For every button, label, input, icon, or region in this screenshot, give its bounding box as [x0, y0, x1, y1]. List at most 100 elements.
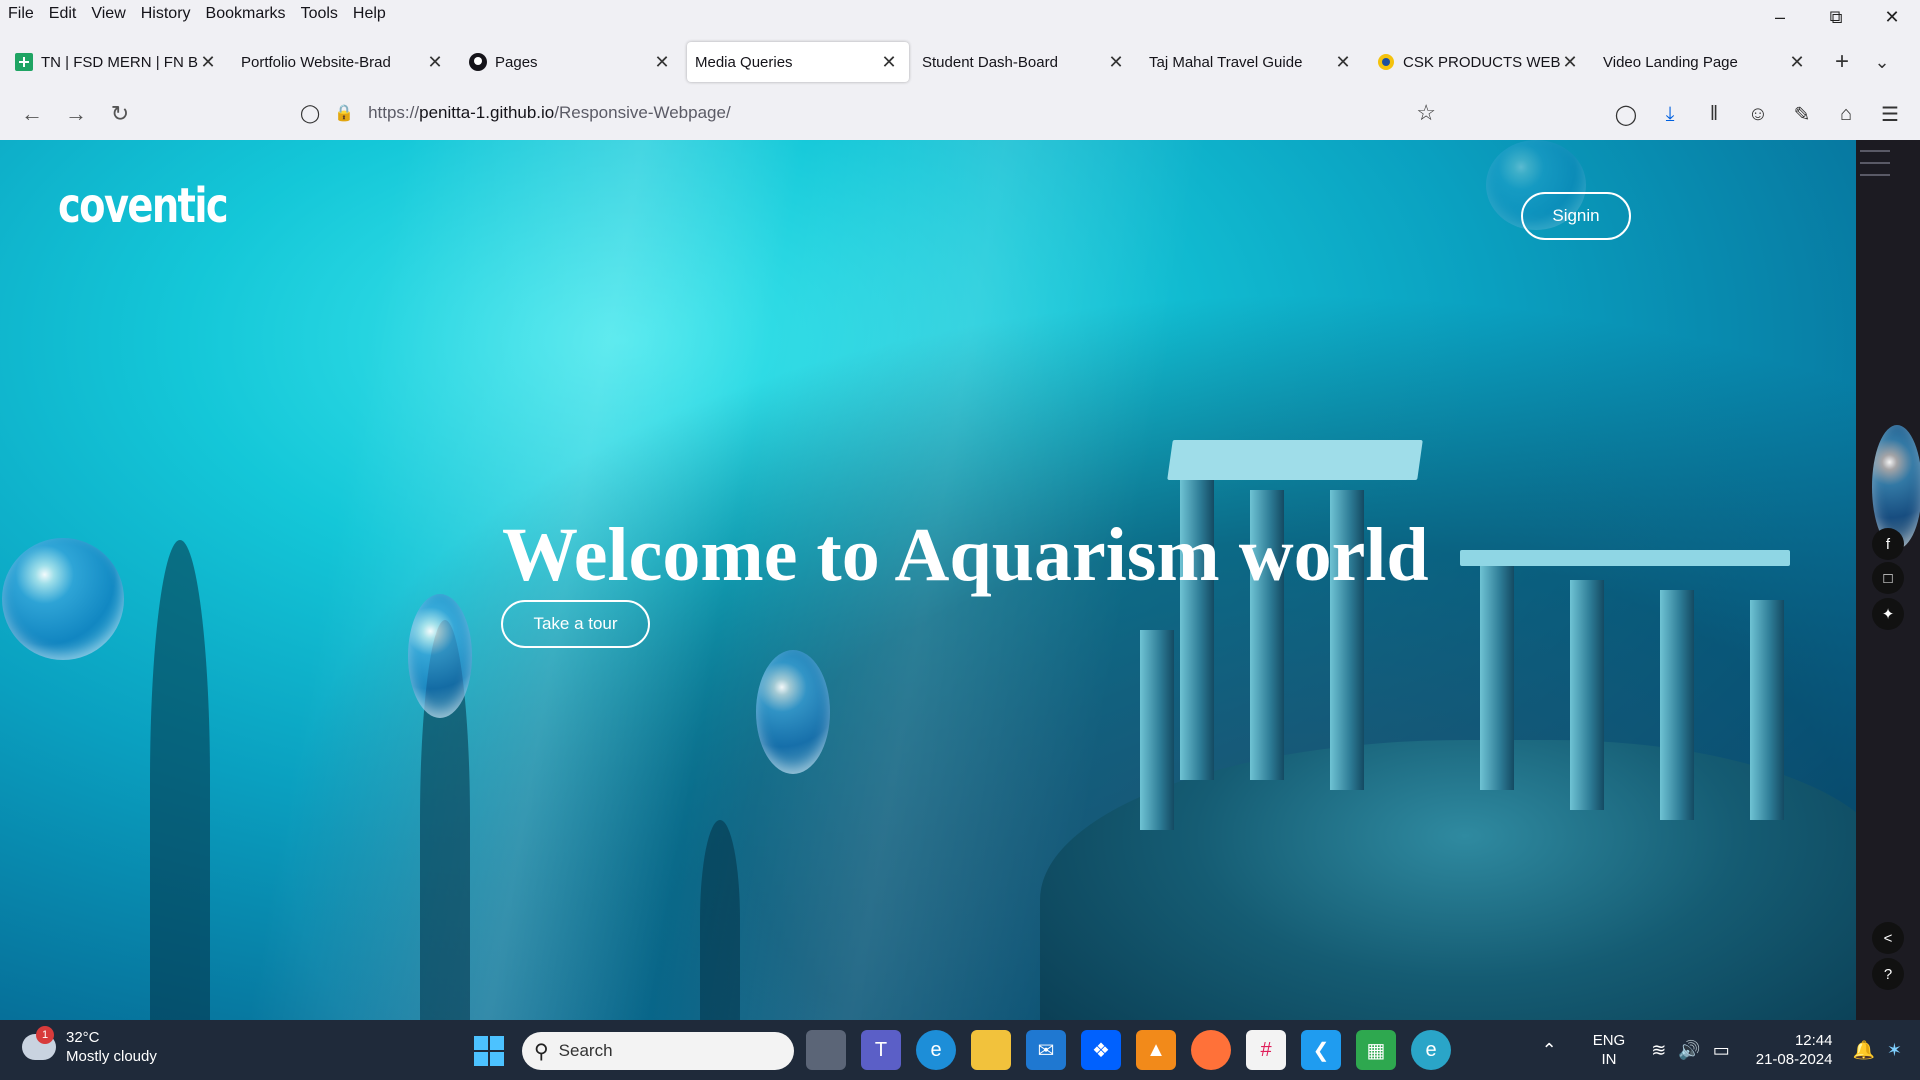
- firefox-icon[interactable]: [1191, 1030, 1231, 1070]
- sidebar-toggle-icon[interactable]: [1860, 140, 1890, 176]
- reload-icon[interactable]: ↻: [100, 94, 140, 134]
- menu-edit[interactable]: Edit: [49, 5, 77, 23]
- bookmark-star-icon[interactable]: ☆: [1416, 100, 1436, 126]
- close-tab-icon[interactable]: ✕: [652, 52, 672, 73]
- back-icon[interactable]: ←: [12, 94, 52, 134]
- bubble: [756, 650, 830, 774]
- url-host: penitta-1.github.io: [419, 103, 555, 122]
- signin-button[interactable]: Signin: [1521, 192, 1631, 240]
- home-icon[interactable]: ⌂: [1824, 94, 1868, 134]
- close-tab-icon[interactable]: ✕: [879, 52, 899, 73]
- pocket-icon[interactable]: ◯: [1604, 94, 1648, 134]
- mail-icon[interactable]: ✉: [1026, 1030, 1066, 1070]
- weather-widget[interactable]: 1 32°C Mostly cloudy: [22, 1026, 157, 1066]
- nav-bar: ← → ↻ ◯ 🔒 https://penitta-1.github.io/Re…: [0, 92, 1920, 136]
- close-tab-icon[interactable]: ✕: [1333, 52, 1353, 73]
- chevron-up-icon[interactable]: ⌃: [1542, 1040, 1557, 1061]
- share-icon[interactable]: <: [1872, 922, 1904, 954]
- taskbar-search[interactable]: ⚲ Search: [522, 1032, 794, 1070]
- close-window-icon[interactable]: ✕: [1864, 0, 1920, 34]
- bubble: [408, 594, 472, 718]
- tab-video-landing[interactable]: Video Landing Page ✕: [1595, 42, 1817, 82]
- menu-view[interactable]: View: [91, 5, 125, 23]
- lock-icon[interactable]: 🔒: [334, 103, 354, 123]
- tab-strip: TN | FSD MERN | FN B1 ✕ Portfolio Websit…: [0, 40, 1920, 84]
- menu-bookmarks[interactable]: Bookmarks: [206, 5, 286, 23]
- downloads-icon[interactable]: ⤓: [1648, 94, 1692, 134]
- tab-media-queries[interactable]: Media Queries ✕: [687, 42, 909, 82]
- tab-portfolio[interactable]: Portfolio Website-Brad ✕: [233, 42, 455, 82]
- slack-icon[interactable]: #: [1246, 1030, 1286, 1070]
- menu-file[interactable]: File: [8, 5, 34, 23]
- windows-start-icon[interactable]: [474, 1036, 504, 1066]
- page-hero: coventic Signin Welcome to Aquarism worl…: [0, 140, 1856, 1020]
- url-path: /Responsive-Webpage/: [554, 103, 731, 122]
- tab-student-dashboard[interactable]: Student Dash-Board ✕: [914, 42, 1136, 82]
- close-tab-icon[interactable]: ✕: [1787, 52, 1807, 73]
- volume-icon[interactable]: 🔊: [1678, 1040, 1700, 1061]
- new-tab-icon[interactable]: +: [1822, 42, 1862, 82]
- battery-icon[interactable]: ▭: [1713, 1040, 1730, 1061]
- close-tab-icon[interactable]: ✕: [1106, 52, 1126, 73]
- help-icon[interactable]: ?: [1872, 958, 1904, 990]
- menu-help[interactable]: Help: [353, 5, 386, 23]
- app-menu-icon[interactable]: ☰: [1868, 94, 1912, 134]
- tab-title: TN | FSD MERN | FN B1: [41, 53, 198, 71]
- sheets-app-icon[interactable]: ▦: [1356, 1030, 1396, 1070]
- taskbar: 1 32°C Mostly cloudy ⚲ Search T e ✉ ❖ ▲ …: [0, 1020, 1920, 1080]
- twitter-icon[interactable]: ✦: [1872, 598, 1904, 630]
- restore-icon[interactable]: ⧉: [1808, 0, 1864, 34]
- menu-tools[interactable]: Tools: [301, 5, 338, 23]
- tab-title: Media Queries: [695, 53, 793, 71]
- tab-title: Portfolio Website-Brad: [241, 53, 391, 71]
- tab-pages[interactable]: Pages ✕: [460, 42, 682, 82]
- temple-lintel: [1460, 550, 1790, 566]
- task-view-icon[interactable]: [806, 1030, 846, 1070]
- lang-code: ENG: [1592, 1032, 1626, 1049]
- tab-csk-products[interactable]: CSK PRODUCTS WEBSI ✕: [1368, 42, 1590, 82]
- vscode-icon[interactable]: ❮: [1301, 1030, 1341, 1070]
- list-tabs-icon[interactable]: ⌄: [1862, 42, 1902, 82]
- wifi-icon[interactable]: ≋: [1651, 1040, 1666, 1061]
- input-language[interactable]: ENG IN: [1593, 1031, 1626, 1069]
- extensions-icon[interactable]: ✎: [1780, 94, 1824, 134]
- file-explorer-icon[interactable]: [971, 1030, 1011, 1070]
- dropbox-icon[interactable]: ❖: [1081, 1030, 1121, 1070]
- facebook-icon[interactable]: f: [1872, 528, 1904, 560]
- sidebar-panel: f □ ✦ < ?: [1856, 140, 1920, 1020]
- close-tab-icon[interactable]: ✕: [1560, 52, 1580, 73]
- forward-icon[interactable]: →: [56, 94, 96, 134]
- vlc-icon[interactable]: ▲: [1136, 1030, 1176, 1070]
- notification-badge: 1: [36, 1026, 54, 1044]
- take-a-tour-button[interactable]: Take a tour: [501, 600, 650, 648]
- edge-icon[interactable]: e: [916, 1030, 956, 1070]
- clock[interactable]: 12:44 21-08-2024: [1756, 1031, 1833, 1069]
- tab-title: CSK PRODUCTS WEBSI: [1403, 53, 1560, 71]
- temple-column: [1140, 630, 1174, 830]
- site-logo[interactable]: coventic: [58, 178, 229, 234]
- teams-icon[interactable]: T: [861, 1030, 901, 1070]
- menu-history[interactable]: History: [141, 5, 191, 23]
- sheets-icon: [14, 52, 34, 72]
- edge-beta-icon[interactable]: e: [1411, 1030, 1451, 1070]
- library-icon[interactable]: ‖: [1692, 94, 1736, 134]
- url-bar[interactable]: ◯ 🔒 https://penitta-1.github.io/Responsi…: [290, 94, 1450, 132]
- csk-icon: [1376, 52, 1396, 72]
- tab-title: Student Dash-Board: [922, 53, 1058, 71]
- tracking-shield-icon[interactable]: ◯: [300, 103, 320, 124]
- search-icon: ⚲: [534, 1040, 549, 1063]
- instagram-icon[interactable]: □: [1872, 562, 1904, 594]
- tab-title: Taj Mahal Travel Guide: [1149, 53, 1303, 71]
- temple-column: [1480, 560, 1514, 790]
- minimize-icon[interactable]: –: [1752, 0, 1808, 34]
- account-icon[interactable]: ☺: [1736, 94, 1780, 134]
- seaweed: [150, 540, 210, 1020]
- copilot-icon[interactable]: ✶: [1887, 1040, 1902, 1061]
- notification-bell-icon[interactable]: 🔔: [1852, 1040, 1874, 1061]
- tab-taj-mahal[interactable]: Taj Mahal Travel Guide ✕: [1141, 42, 1363, 82]
- close-tab-icon[interactable]: ✕: [425, 52, 445, 73]
- tab-tn-fsd[interactable]: TN | FSD MERN | FN B1 ✕: [6, 42, 228, 82]
- close-tab-icon[interactable]: ✕: [198, 52, 218, 73]
- tab-title: Pages: [495, 53, 538, 71]
- url-text[interactable]: https://penitta-1.github.io/Responsive-W…: [368, 103, 731, 123]
